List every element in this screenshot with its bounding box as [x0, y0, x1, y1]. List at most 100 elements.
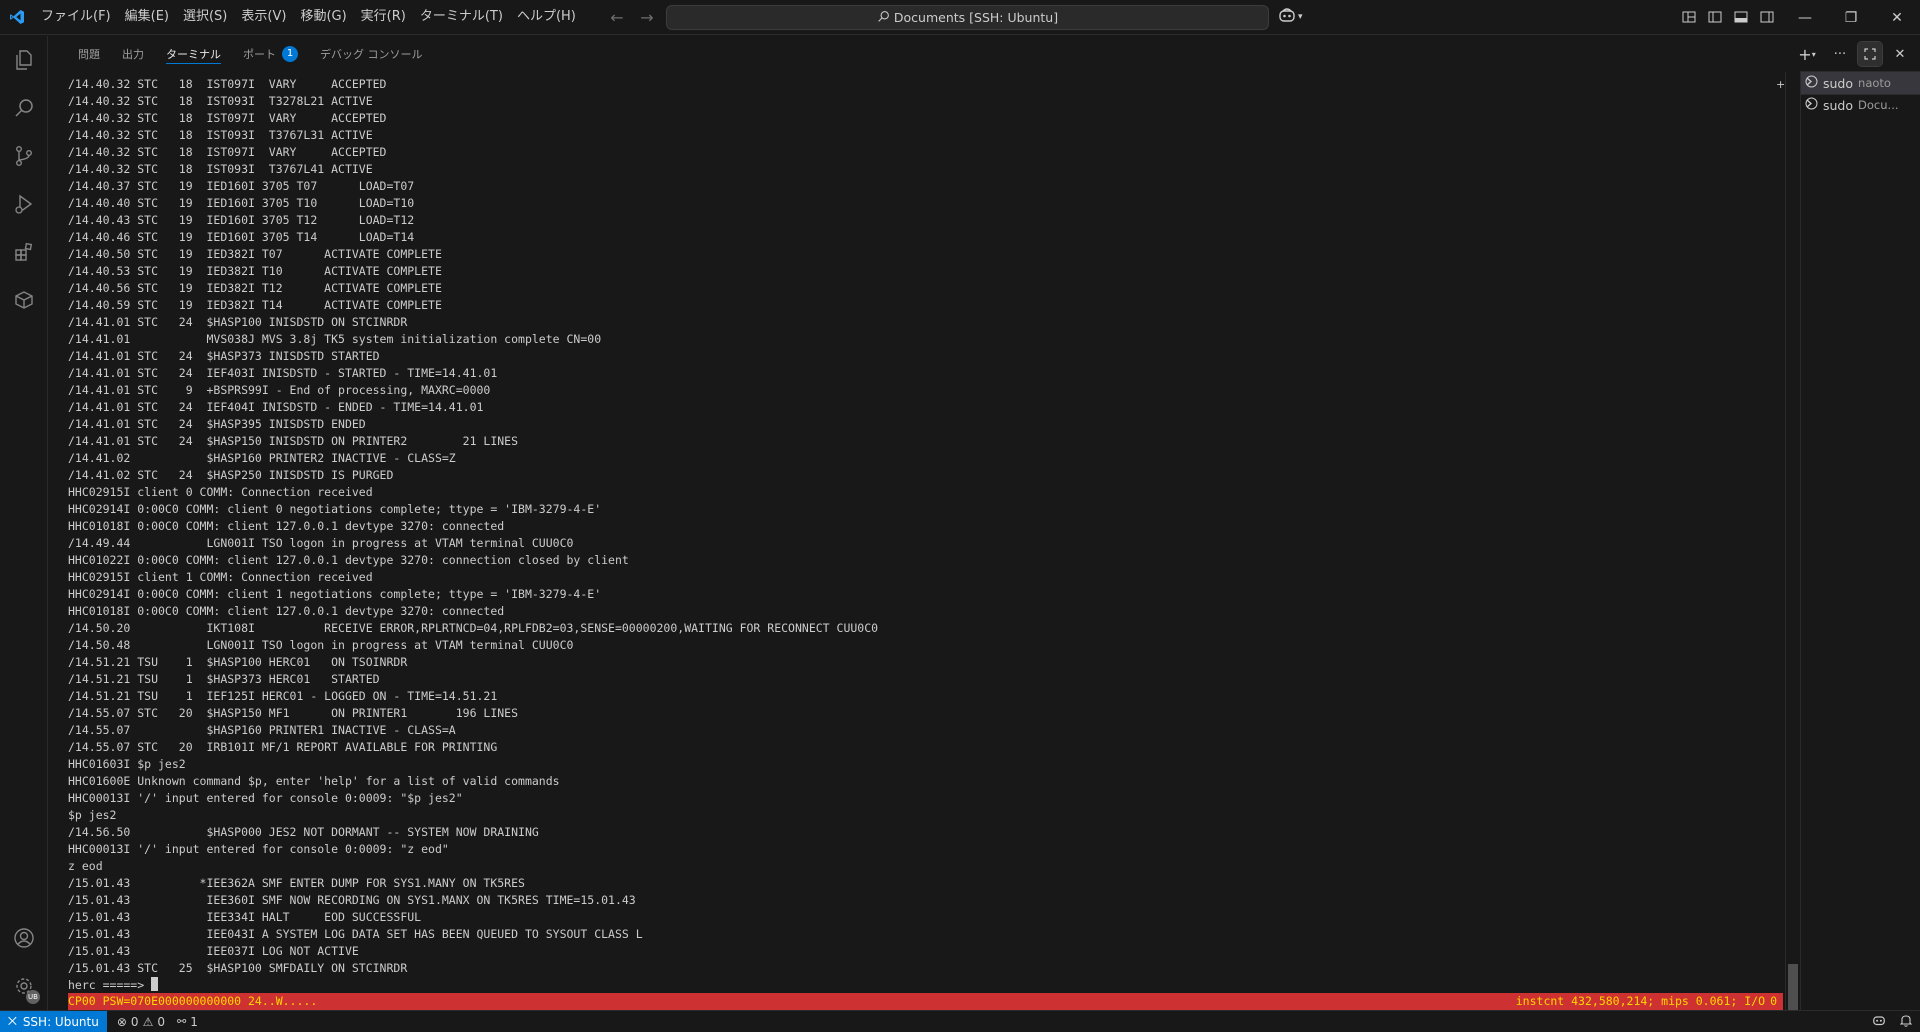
terminal-line: /14.55.07 STC 20 IRB101I MF/1 REPORT AVA… [68, 740, 498, 754]
terminal-line: /14.51.21 TSU 1 IEF125I HERC01 - LOGGED … [68, 689, 498, 703]
command-center-search[interactable]: Documents [SSH: Ubuntu] [666, 5, 1269, 30]
terminal-line: HHC00013I '/' input entered for console … [68, 842, 449, 856]
back-arrow-icon[interactable]: ← [606, 6, 628, 28]
toggle-secondary-sidebar-icon[interactable] [1756, 6, 1778, 28]
explorer-icon[interactable] [0, 36, 48, 84]
terminal-line: /14.50.20 IKT108I RECEIVE ERROR,RPLRTNCD… [68, 621, 879, 635]
notifications-bell-icon[interactable] [1899, 1014, 1913, 1030]
menu-item[interactable]: 実行(R) [354, 5, 413, 29]
menu-item[interactable]: ファイル(F) [34, 5, 118, 29]
terminal-output: /14.40.32 STC 18 IST097I VARY ACCEPTED/1… [68, 76, 878, 994]
panel-tabs: 問題 出力 ターミナル ポート 1 デバッグ コンソール [49, 36, 434, 72]
terminal-line: /14.56.50 $HASP000 JES2 NOT DORMANT -- S… [68, 825, 539, 839]
terminal-line: HHC02915I client 1 COMM: Connection rece… [68, 570, 373, 584]
minimize-icon[interactable]: — [1782, 0, 1828, 35]
error-count: 0 [130, 1014, 139, 1029]
panel-tab[interactable]: 問題 [67, 36, 111, 72]
copilot-menu[interactable]: ▾ [1278, 7, 1303, 27]
terminal-line: /14.40.56 STC 19 IED382I T12 ACTIVATE CO… [68, 281, 442, 295]
panel-tab-label: 出力 [122, 48, 144, 61]
terminal-line: $p jes2 [68, 808, 117, 822]
terminal-list-subtitle: naoto [1858, 76, 1891, 90]
problems-indicator[interactable]: ⊗ 0 ⚠ 0 [111, 1015, 171, 1029]
terminal-line: /15.01.43 IEE360I SMF NOW RECORDING ON S… [68, 893, 636, 907]
toggle-panel-icon[interactable] [1730, 6, 1752, 28]
panel-tab[interactable]: 出力 [111, 36, 155, 72]
instruction-count-status: instcnt 432,580,214; mips 0.061; I/O [1515, 994, 1765, 1008]
title-bar: ファイル(F) 編集(E) 選択(S) 表示(V) 移動(G) 実行(R) ターミナル(T)… [0, 0, 1920, 35]
restore-icon[interactable]: ❐ [1828, 0, 1874, 35]
menu-item[interactable]: ヘルプ(H) [510, 5, 583, 29]
remote-explorer-icon[interactable] [0, 276, 48, 324]
terminal-list-item[interactable]: sudo naoto [1800, 71, 1920, 95]
terminal-prompt-line[interactable]: herc =====> [68, 977, 878, 994]
customize-layout-icon[interactable] [1678, 6, 1700, 28]
toggle-primary-sidebar-icon[interactable] [1704, 6, 1726, 28]
terminal-line: /15.01.43 STC 25 $HASP100 SMFDAILY ON ST… [68, 961, 408, 975]
panel-tab-label: ターミナル [166, 48, 221, 61]
activity-bar: UB [0, 36, 48, 1010]
terminal-line: HHC02914I 0:00C0 COMM: client 1 negotiat… [68, 587, 602, 601]
command-center-label: Documents [SSH: Ubuntu] [893, 10, 1059, 25]
terminal-line: /14.41.01 MVS038J MVS 3.8j TK5 system in… [68, 332, 602, 346]
close-panel-icon[interactable]: ✕ [1888, 42, 1912, 66]
terminal-line: HHC02914I 0:00C0 COMM: client 0 negotiat… [68, 502, 602, 516]
terminal-line: /14.40.46 STC 19 IED160I 3705 T14 LOAD=T… [68, 230, 415, 244]
terminal-line: /14.55.07 $HASP160 PRINTER1 INACTIVE - C… [68, 723, 456, 737]
panel-tab[interactable]: ターミナル [155, 36, 232, 72]
menu-item[interactable]: ターミナル(T) [413, 5, 510, 29]
terminal-list-name: sudo [1823, 75, 1854, 91]
close-window-icon[interactable]: ✕ [1874, 0, 1920, 35]
account-icon[interactable] [0, 914, 48, 962]
terminal-line: /14.40.32 STC 18 IST093I T3767L41 ACTIVE [68, 162, 373, 176]
chevron-down-icon: ▾ [1298, 12, 1303, 22]
terminal-line: /14.40.32 STC 18 IST097I VARY ACCEPTED [68, 77, 387, 91]
terminal-line: /14.40.32 STC 18 IST093I T3278L21 ACTIVE [68, 94, 373, 108]
more-actions-icon[interactable]: ··· [1828, 42, 1852, 66]
terminal-line: /14.40.43 STC 19 IED160I 3705 T12 LOAD=T… [68, 213, 415, 227]
source-control-icon[interactable] [0, 132, 48, 180]
manage-gear-icon[interactable]: UB [0, 962, 48, 1010]
panel-tab[interactable]: ポート 1 [232, 36, 309, 72]
panel-tab[interactable]: デバッグ コンソール [309, 36, 434, 72]
forward-arrow-icon[interactable]: → [636, 6, 658, 28]
terminal-line: /14.49.44 LGN001I TSO logon in progress … [68, 536, 574, 550]
copilot-status-icon[interactable] [1872, 1014, 1886, 1030]
terminal-line: /14.41.01 STC 24 $HASP373 INISDSTD START… [68, 349, 380, 363]
panel-tab-label: ポート [243, 48, 276, 61]
terminal-line: /14.55.07 STC 20 $HASP150 MF1 ON PRINTER… [68, 706, 519, 720]
terminal-line: /14.51.21 TSU 1 $HASP100 HERC01 ON TSOIN… [68, 655, 408, 669]
menu-bar: ファイル(F) 編集(E) 選択(S) 表示(V) 移動(G) 実行(R) ターミナル(T)… [34, 0, 583, 35]
search-view-icon[interactable] [0, 84, 48, 132]
remote-indicator[interactable]: ⨉ SSH: Ubuntu [0, 1010, 107, 1032]
update-badge: UB [26, 990, 40, 1004]
error-icon: ⊗ [116, 1014, 127, 1029]
ports-icon: ⚯ [176, 1015, 187, 1028]
terminal-line: /14.41.01 STC 24 $HASP150 INISDSTD ON PR… [68, 434, 519, 448]
menu-item[interactable]: 編集(E) [118, 5, 176, 29]
menu-item[interactable]: 選択(S) [176, 5, 234, 29]
io-count: 0 [1770, 994, 1777, 1008]
warning-count: 0 [157, 1014, 165, 1029]
menu-item[interactable]: 表示(V) [234, 5, 293, 29]
ports-badge: 1 [282, 46, 298, 62]
vscode-logo-icon [0, 0, 34, 35]
new-terminal-icon[interactable]: + ▾ [1792, 42, 1822, 66]
run-debug-icon[interactable] [0, 180, 48, 228]
terminal-list-item[interactable]: sudo Docu... [1801, 94, 1920, 116]
terminal-line: /14.40.40 STC 19 IED160I 3705 T10 LOAD=T… [68, 196, 415, 210]
cpu-psw-status: CP00 PSW=070E000000000000 24..W..... [68, 994, 318, 1008]
search-icon [877, 10, 890, 26]
terminal-list-subtitle: Docu... [1858, 98, 1899, 112]
terminal-line: /15.01.43 *IEE362A SMF ENTER DUMP FOR SY… [68, 876, 525, 890]
terminal-line: HHC00013I '/' input entered for console … [68, 791, 463, 805]
terminal-scrollbar[interactable] [1785, 72, 1799, 1032]
terminal-line: /14.40.37 STC 19 IED160I 3705 T07 LOAD=T… [68, 179, 415, 193]
maximize-panel-icon[interactable] [1857, 41, 1883, 67]
menu-item[interactable]: 移動(G) [293, 5, 353, 29]
terminal-marker-icon: + [1776, 78, 1786, 91]
extensions-icon[interactable] [0, 228, 48, 276]
terminal-icon [1805, 97, 1818, 113]
terminal-view[interactable]: /14.40.32 STC 18 IST097I VARY ACCEPTED/1… [49, 72, 1785, 1010]
ports-indicator[interactable]: ⚯ 1 [171, 1015, 204, 1029]
